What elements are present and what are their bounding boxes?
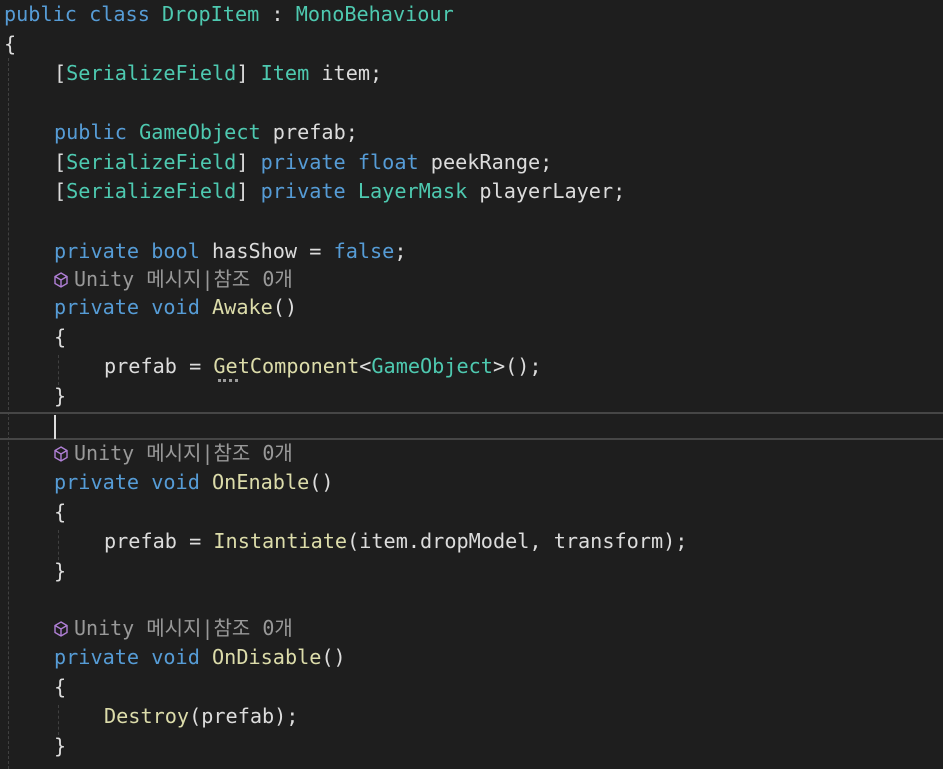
unity-cube-icon [54,621,68,637]
code-line-method-on-disable[interactable]: private void OnDisable() [54,643,346,672]
code-line-on-enable-body[interactable]: prefab = Instantiate(item.dropModel, tra… [104,527,687,556]
identifier: prefab; [260,120,358,144]
punctuation: ] [236,61,249,85]
code-line-method-on-enable[interactable]: private void OnEnable() [54,468,334,497]
literal: false [333,239,395,263]
unity-cube-icon [54,446,68,462]
type-keyword: bool [151,239,200,263]
return-type: void [151,645,200,669]
codelens-label: Unity 메시지|참조 0개 [74,267,293,291]
class-name: DropItem [162,2,260,26]
codelens-unity-message[interactable]: Unity 메시지|참조 0개 [54,614,293,643]
type-keyword: float [357,150,419,174]
code-line-brace[interactable]: { [54,323,66,352]
indent-guide [58,705,59,735]
code-line-field-prefab[interactable]: public GameObject prefab; [54,118,358,147]
brace: { [54,675,67,699]
punctuation: >(); [492,354,542,378]
code-line-brace[interactable]: { [4,30,16,59]
brace: } [54,384,67,408]
identifier: peekRange; [418,150,553,174]
keyword: private [260,179,346,203]
return-type: void [151,470,200,494]
keyword: private [54,295,140,319]
code-line-class-declaration[interactable]: public class DropItem : MonoBehaviour [4,0,454,29]
keyword: public [4,2,77,26]
suggestion-dots[interactable] [218,376,238,382]
method-name: OnDisable [212,645,322,669]
identifier: prefab = [104,529,214,553]
code-line-field-peek-range[interactable]: [SerializeField] private float peekRange… [54,148,552,177]
current-line-highlight [0,412,943,440]
attribute-name: SerializeField [66,179,237,203]
code-line-brace[interactable]: } [54,382,66,411]
method-name: Awake [212,295,273,319]
base-class-name: MonoBehaviour [295,2,454,26]
type-name: LayerMask [357,179,468,203]
code-line-on-disable-body[interactable]: Destroy(prefab); [104,702,298,731]
method-name: OnEnable [212,470,310,494]
codelens-unity-message[interactable]: Unity 메시지|참조 0개 [54,265,293,294]
method-call: Instantiate [213,529,348,553]
codelens-label: Unity 메시지|참조 0개 [74,616,293,640]
arguments: (prefab); [189,704,299,728]
method-call: GetComponent [213,354,360,378]
indent-guide [58,355,59,385]
unity-cube-icon [54,272,68,288]
code-line-awake-body[interactable]: prefab = GetComponent<GameObject>(); [104,352,542,381]
code-line-method-awake[interactable]: private void Awake() [54,293,297,322]
punctuation: [ [54,179,67,203]
text-caret [54,415,56,439]
identifier: playerLayer; [467,179,626,203]
keyword: public [54,120,127,144]
type-name: Item [260,61,310,85]
punctuation: ] [236,150,249,174]
arguments: (item.dropModel, transform); [347,529,688,553]
identifier: hasShow = [199,239,334,263]
parameters: () [309,470,334,494]
codelens-unity-message[interactable]: Unity 메시지|참조 0개 [54,439,293,468]
brace: { [4,32,17,56]
return-type: void [151,295,200,319]
keyword: private [260,150,346,174]
punctuation: [ [54,61,67,85]
code-line-brace[interactable]: { [54,498,66,527]
punctuation: ; [394,239,407,263]
code-line-brace[interactable]: } [54,557,66,586]
keyword: class [89,2,150,26]
identifier: prefab = [104,354,214,378]
punctuation: ] [236,179,249,203]
type-name: GameObject [371,354,493,378]
identifier: item; [309,61,383,85]
attribute-name: SerializeField [66,150,237,174]
attribute-name: SerializeField [66,61,237,85]
brace: { [54,500,67,524]
punctuation: [ [54,150,67,174]
parameters: () [321,645,346,669]
brace: } [54,734,67,758]
method-call: Destroy [104,704,190,728]
code-line-brace[interactable]: } [54,732,66,761]
keyword: private [54,645,140,669]
type-name: GameObject [139,120,261,144]
code-line-field-item[interactable]: [SerializeField] Item item; [54,59,382,88]
indent-guide [58,530,59,560]
punctuation: : [259,2,296,26]
keyword: private [54,470,140,494]
parameters: () [272,295,298,319]
code-line-field-player-layer[interactable]: [SerializeField] private LayerMask playe… [54,177,625,206]
code-line-brace[interactable]: { [54,673,66,702]
brace: { [54,325,67,349]
code-line-field-has-show[interactable]: private bool hasShow = false; [54,237,407,266]
keyword: private [54,239,140,263]
codelens-label: Unity 메시지|참조 0개 [74,441,293,465]
brace: } [54,559,67,583]
punctuation: < [359,354,372,378]
code-editor[interactable]: public class DropItem : MonoBehaviour { … [0,0,943,769]
